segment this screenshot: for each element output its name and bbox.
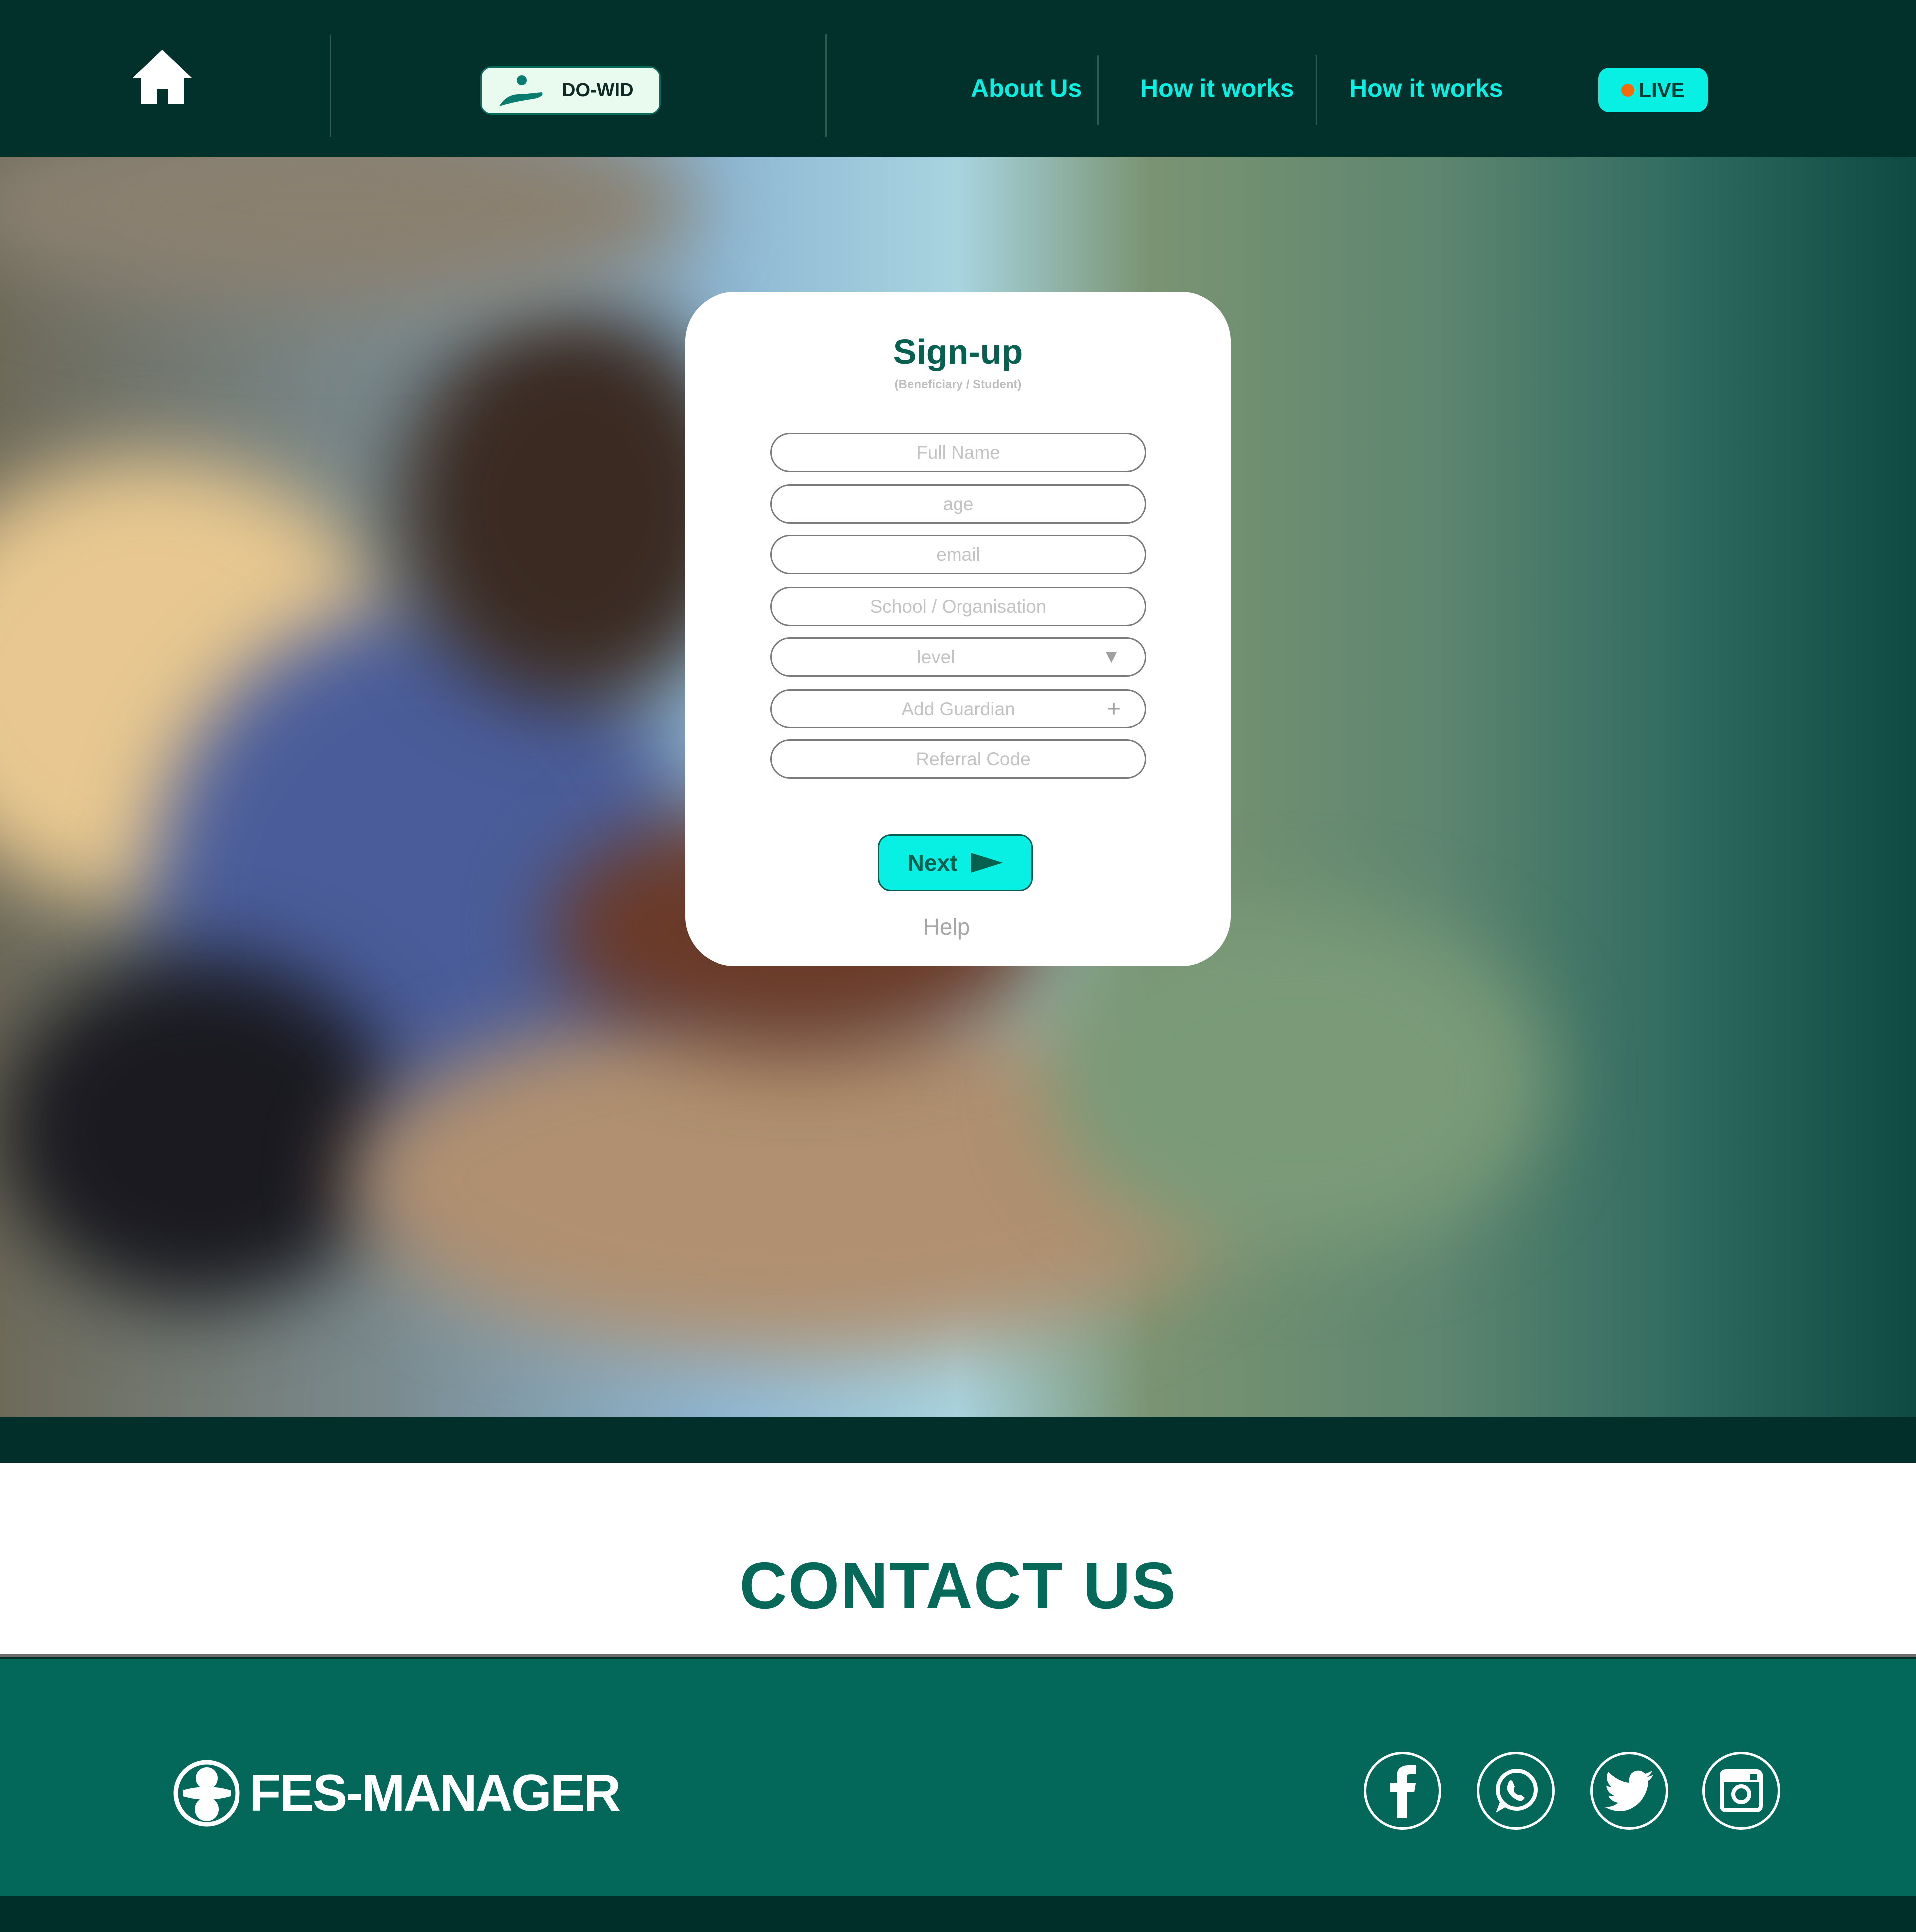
footer-logo: FES-MANAGER xyxy=(173,1759,621,1827)
do-wid-label: DO-WID xyxy=(562,80,634,101)
nav-about-us[interactable]: About Us xyxy=(971,74,1082,103)
twitter-link[interactable] xyxy=(1590,1752,1668,1830)
level-placeholder: level xyxy=(917,646,955,667)
add-guardian-input[interactable]: Add Guardian + xyxy=(770,689,1146,728)
top-nav: DO-WID About Us How it works How it work… xyxy=(0,0,1916,157)
next-button[interactable]: Next xyxy=(878,834,1033,891)
divider xyxy=(330,34,331,137)
fes-manager-logo-icon xyxy=(173,1760,240,1827)
guardian-placeholder: Add Guardian xyxy=(901,698,1015,719)
live-button[interactable]: LIVE xyxy=(1598,68,1708,112)
contact-section: CONTACT US xyxy=(0,1463,1916,1657)
home-icon[interactable] xyxy=(132,49,193,107)
divider xyxy=(1097,55,1099,125)
full-name-placeholder: Full Name xyxy=(916,442,1000,463)
twitter-icon xyxy=(1604,1770,1653,1811)
instagram-link[interactable] xyxy=(1702,1752,1780,1830)
signup-subtitle: (Beneficiary / Student) xyxy=(894,378,1022,391)
live-label: LIVE xyxy=(1638,78,1685,102)
bottom-bar xyxy=(0,1896,1916,1932)
referral-code-input[interactable]: Referral Code xyxy=(770,739,1146,779)
facebook-icon xyxy=(1390,1765,1416,1818)
do-wid-button[interactable]: DO-WID xyxy=(480,66,661,115)
plus-icon[interactable]: + xyxy=(1107,695,1121,723)
next-label: Next xyxy=(907,850,958,876)
email-placeholder: email xyxy=(936,544,980,565)
age-placeholder: age xyxy=(943,493,974,514)
whatsapp-link[interactable] xyxy=(1477,1752,1555,1830)
email-input[interactable]: email xyxy=(770,535,1146,574)
dropdown-triangle-icon: ▼ xyxy=(1102,646,1121,667)
divider xyxy=(825,34,827,137)
nav-how-it-works[interactable]: How it works xyxy=(1140,74,1294,103)
hand-money-icon xyxy=(499,75,543,106)
school-input[interactable]: School / Organisation xyxy=(770,587,1146,626)
level-select[interactable]: level ▼ xyxy=(770,637,1146,677)
arrow-right-icon xyxy=(971,853,1003,873)
divider xyxy=(1316,55,1317,125)
signup-card: Sign-up (Beneficiary / Student) Full Nam… xyxy=(685,292,1231,966)
facebook-link[interactable] xyxy=(1364,1752,1441,1830)
whatsapp-icon xyxy=(1496,1769,1538,1813)
age-input[interactable]: age xyxy=(770,484,1146,524)
instagram-icon xyxy=(1720,1769,1763,1812)
footer-brand: FES-MANAGER xyxy=(249,1764,621,1822)
referral-placeholder: Referral Code xyxy=(916,748,1031,769)
contact-title: CONTACT US xyxy=(739,1549,1177,1622)
full-name-input[interactable]: Full Name xyxy=(770,433,1146,472)
signup-title: Sign-up xyxy=(893,332,1023,371)
live-dot-icon xyxy=(1621,83,1635,97)
nav-how-it-works-2[interactable]: How it works xyxy=(1349,74,1503,103)
help-link[interactable]: Help xyxy=(685,913,1208,940)
band xyxy=(0,1417,1916,1463)
school-placeholder: School / Organisation xyxy=(870,596,1047,617)
